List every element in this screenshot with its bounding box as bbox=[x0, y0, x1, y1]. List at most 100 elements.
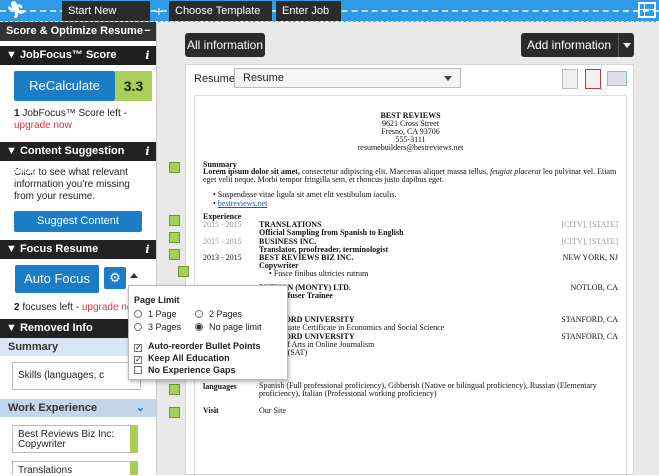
info-icon[interactable]: i bbox=[139, 240, 156, 259]
jobfocus-header[interactable]: ▼ JobFocus™ Score i bbox=[0, 46, 156, 65]
recalculate-button[interactable]: ReCalculate bbox=[14, 71, 115, 101]
section-handle[interactable] bbox=[169, 162, 180, 173]
focus-left-label: focuses left - bbox=[22, 302, 80, 313]
summary-bullets: • Suspendisse vitae ligula sit amet elit… bbox=[213, 190, 397, 208]
page-limit-1-label: 1 Page bbox=[148, 309, 177, 319]
removed-work-card[interactable]: Best Reviews Biz Inc: Copywriter bbox=[12, 425, 138, 453]
section-handle[interactable] bbox=[169, 407, 180, 418]
info-icon[interactable]: i bbox=[139, 46, 156, 65]
save-doc-icon[interactable] bbox=[562, 69, 578, 89]
main-area: All information Add information Resume R… bbox=[157, 22, 659, 476]
page-limit-none[interactable]: No page limit bbox=[195, 322, 262, 332]
enter-job-button[interactable]: Enter Job bbox=[276, 1, 341, 35]
document-panel: Resume Resume BEST REVIEWS 9621 Cross St… bbox=[185, 64, 634, 476]
start-new-resume-button[interactable]: Start New Resume bbox=[62, 1, 150, 37]
exp-years: 2013 - 2015 bbox=[203, 253, 242, 262]
pdf-icon[interactable] bbox=[585, 69, 601, 89]
resume-label: Resume bbox=[194, 73, 235, 85]
runner-logo-icon[interactable]: 🏃︎ bbox=[6, 1, 26, 21]
visit-text: Our Site bbox=[259, 406, 286, 415]
info-icon[interactable]: i bbox=[139, 142, 156, 161]
work-experience-subheader[interactable]: Work Experience ⌄ bbox=[0, 399, 156, 417]
checkbox-icon[interactable] bbox=[134, 366, 142, 374]
removed-work-card[interactable]: Translations bbox=[12, 461, 138, 475]
summary-italic: feugiat placerat bbox=[489, 167, 541, 176]
edu-location: STANFORD, CA bbox=[561, 315, 618, 324]
score-row: ReCalculate 3.3 bbox=[12, 71, 156, 101]
exp-location: [CITY], [STATE] bbox=[561, 220, 618, 229]
edu-location: STANFORD, CA bbox=[561, 332, 618, 341]
summary-bullet: Suspendisse vitae ligula sit amet elit v… bbox=[217, 190, 397, 199]
page-limit-title: Page Limit bbox=[134, 295, 180, 305]
chevron-down-icon[interactable]: ⌄ bbox=[136, 399, 145, 417]
all-information-button[interactable]: All information bbox=[185, 33, 265, 57]
collapse-icon[interactable]: − bbox=[139, 22, 156, 41]
sidebar-title-text: Score & Optimize Resume bbox=[6, 25, 143, 37]
choose-template-button[interactable]: Choose Template bbox=[169, 1, 272, 35]
choose-template-label: Choose Template bbox=[175, 5, 261, 17]
website-link[interactable]: bestreviews.net bbox=[218, 199, 268, 208]
page-limit-3-label: 3 Pages bbox=[148, 322, 182, 332]
chevron-down-icon[interactable] bbox=[618, 33, 634, 57]
email-icon[interactable] bbox=[607, 71, 627, 86]
upgrade-link[interactable]: upgrade now bbox=[14, 120, 72, 131]
auto-reorder-checkbox[interactable]: ✓ Auto-reorder Bullet Points bbox=[134, 341, 261, 352]
radio-icon[interactable] bbox=[134, 310, 142, 318]
keep-education-checkbox[interactable]: ✓ Keep All Education bbox=[134, 353, 230, 364]
jobfocus-left-label: JobFocus™ Score left - bbox=[22, 108, 127, 119]
resume-email: resumebuilders@bestreviews.net bbox=[357, 143, 464, 152]
focus-settings-popup: Page Limit 1 Page 2 Pages 3 Pages No pag… bbox=[128, 285, 288, 380]
plus-icon[interactable]: + bbox=[150, 1, 168, 21]
add-information-label: Add information bbox=[527, 38, 612, 52]
keep-education-label: Keep All Education bbox=[148, 353, 230, 363]
resume-select[interactable]: Resume bbox=[234, 68, 461, 88]
checkmark-icon[interactable]: ✓ bbox=[134, 356, 142, 364]
section-handle[interactable] bbox=[169, 384, 180, 395]
enter-job-label: Enter Job bbox=[282, 5, 330, 17]
jobfocus-header-text: ▼ JobFocus™ Score bbox=[6, 49, 117, 61]
exp-bullet: Fusce finibus ultricies rutrum bbox=[273, 269, 369, 278]
auto-reorder-label: Auto-reorder Bullet Points bbox=[148, 341, 261, 351]
jobfocus-left-text: 1 JobFocus™ Score left - upgrade now bbox=[0, 101, 156, 132]
page-limit-1[interactable]: 1 Page bbox=[134, 309, 177, 319]
work-experience-label: Work Experience bbox=[8, 402, 98, 414]
caret-up-icon[interactable] bbox=[130, 273, 138, 278]
removed-summary-card[interactable]: Skills (languages, c bbox=[12, 362, 141, 390]
top-toolbar: 🏃︎ Start New Resume + Choose Template En… bbox=[0, 0, 659, 37]
page-limit-3[interactable]: 3 Pages bbox=[134, 322, 181, 332]
content-suggestion-header[interactable]: ▼ Content Suggestion (Beta) i bbox=[0, 142, 156, 176]
section-handle[interactable] bbox=[169, 215, 180, 226]
exp-subtitle: Official Sampling from Spanish to Englis… bbox=[259, 228, 404, 237]
focus-left-count: 2 bbox=[14, 302, 20, 313]
gear-icon[interactable]: ⚙ bbox=[104, 267, 126, 289]
exp-location: [CITY], [STATE] bbox=[561, 237, 618, 246]
radio-icon[interactable] bbox=[134, 323, 142, 331]
radio-icon[interactable] bbox=[195, 310, 203, 318]
page-limit-none-label: No page limit bbox=[209, 322, 262, 332]
no-gaps-label: No Experience Gaps bbox=[148, 365, 236, 375]
radio-selected-icon[interactable] bbox=[195, 323, 203, 331]
add-information-button[interactable]: Add information bbox=[521, 33, 634, 57]
exp-location: NEW YORK, NJ bbox=[562, 253, 618, 262]
jobfocus-score: 3.3 bbox=[115, 71, 152, 101]
grid-view-icon[interactable] bbox=[638, 2, 656, 18]
focus-resume-header[interactable]: ▼ Focus Resume i bbox=[0, 240, 156, 259]
section-handle[interactable] bbox=[178, 266, 189, 277]
suggest-content-button[interactable]: Suggest Content bbox=[14, 211, 142, 232]
focus-left-text: 2 focuses left - upgrade now bbox=[14, 302, 140, 313]
page-limit-2-label: 2 Pages bbox=[209, 309, 243, 319]
visit-heading: Visit bbox=[203, 406, 219, 415]
exp-location: NOTLOB, CA bbox=[570, 283, 618, 292]
no-gaps-checkbox[interactable]: No Experience Gaps bbox=[134, 365, 236, 375]
section-handle[interactable] bbox=[169, 249, 180, 260]
checkmark-icon[interactable]: ✓ bbox=[134, 344, 142, 352]
sidebar-title: Score & Optimize Resume − bbox=[0, 22, 156, 41]
jobfocus-left-count: 1 bbox=[14, 108, 20, 119]
page-limit-2[interactable]: 2 Pages bbox=[195, 309, 242, 319]
exp-years: 2015 - 2015 bbox=[203, 220, 242, 229]
section-handle[interactable] bbox=[169, 232, 180, 243]
languages-text: Spanish (Full professional proficiency),… bbox=[259, 381, 597, 398]
auto-focus-button[interactable]: Auto Focus bbox=[15, 265, 99, 293]
summary-text: Lorem ipsum dolor sit amet, consectetur … bbox=[203, 168, 619, 184]
resume-header: BEST REVIEWS 9621 Cross Street Fresno, C… bbox=[195, 112, 626, 152]
